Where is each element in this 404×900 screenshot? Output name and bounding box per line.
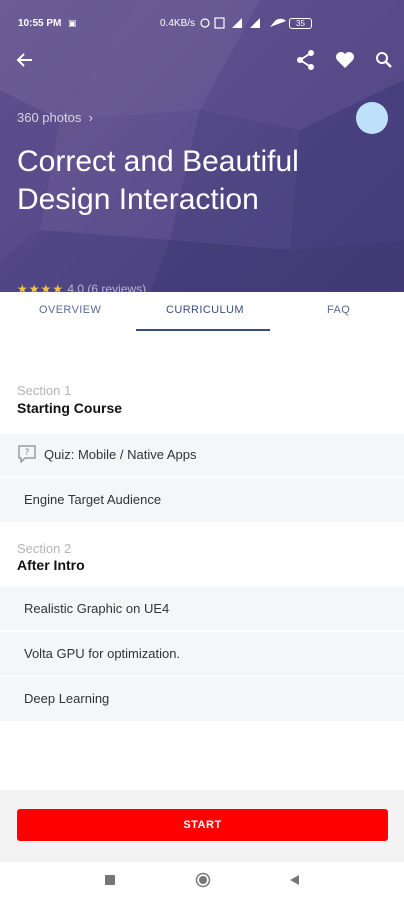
star-rating-icon: ★★★★: [17, 282, 65, 292]
heart-icon: [336, 52, 354, 68]
start-button[interactable]: START: [17, 809, 388, 841]
triangle-back-icon[interactable]: [288, 874, 300, 886]
course-detail-screen: 10:55 PM ▣ 0.4KB/s 35 360 photos › Corre…: [0, 0, 404, 900]
lesson-label: Realistic Graphic on UE4: [24, 601, 170, 616]
tab-overview[interactable]: OVERVIEW: [39, 304, 101, 316]
battery-icon: 35: [289, 18, 312, 29]
svg-text:?: ?: [25, 448, 30, 458]
back-button[interactable]: [12, 48, 36, 72]
lesson-label: Quiz: Mobile / Native Apps: [44, 447, 197, 462]
hero-header: 10:55 PM ▣ 0.4KB/s 35 360 photos › Corre…: [0, 0, 404, 292]
lesson-item[interactable]: Realistic Graphic on UE4: [0, 587, 404, 631]
share-icon: [297, 50, 314, 70]
section-1-title: Starting Course: [17, 400, 123, 416]
photos-count: 360 photos: [17, 110, 82, 125]
notification-icon: ▣: [68, 18, 77, 28]
status-time: 10:55 PM: [18, 18, 62, 29]
share-button[interactable]: [294, 48, 318, 72]
lesson-label: Deep Learning: [24, 691, 110, 706]
section-2-label: Section 2: [17, 541, 72, 556]
status-icons: [200, 17, 286, 29]
favorite-button[interactable]: [333, 48, 357, 72]
network-speed: 0.4KB/s: [160, 18, 196, 29]
lesson-label: Engine Target Audience: [24, 492, 162, 507]
status-bar: 10:55 PM ▣ 0.4KB/s 35: [0, 0, 404, 46]
avatar[interactable]: [356, 102, 388, 134]
lesson-item[interactable]: Deep Learning: [0, 677, 404, 721]
lesson-item[interactable]: Engine Target Audience: [0, 478, 404, 522]
lesson-item[interactable]: ? Quiz: Mobile / Native Apps: [0, 433, 404, 477]
course-title: Correct and Beautiful Design Interaction: [17, 145, 299, 216]
photos-link[interactable]: 360 photos ›: [17, 110, 93, 125]
course-rating: ★★★★ 4.0 (6 reviews): [17, 282, 146, 292]
arrow-left-icon: [16, 53, 32, 67]
circle-icon[interactable]: [195, 872, 211, 888]
lesson-label: Volta GPU for optimization.: [24, 646, 181, 661]
section-1-label: Section 1: [17, 383, 72, 398]
system-nav-bar: [0, 862, 404, 900]
search-icon: [376, 52, 392, 68]
square-icon[interactable]: [104, 874, 116, 886]
section-2-title: After Intro: [17, 557, 85, 573]
rating-text: 4.0 (6 reviews): [67, 282, 147, 292]
lesson-item[interactable]: Volta GPU for optimization.: [0, 632, 404, 676]
tab-bar: OVERVIEW CURRICULUM FAQ: [0, 292, 404, 332]
active-tab-indicator: [136, 329, 270, 331]
quiz-icon: ?: [18, 445, 36, 463]
tab-curriculum[interactable]: CURRICULUM: [166, 304, 244, 316]
search-button[interactable]: [372, 48, 396, 72]
tab-faq[interactable]: FAQ: [327, 304, 350, 316]
chevron-right-icon: ›: [84, 110, 93, 125]
